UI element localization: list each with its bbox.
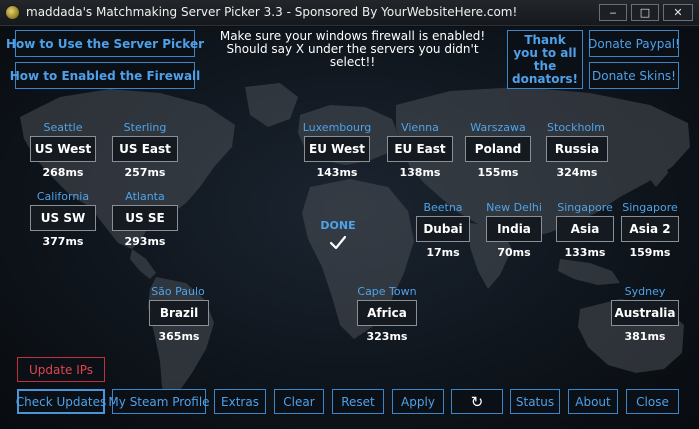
server-button-us-east[interactable]: US East bbox=[112, 136, 178, 162]
city-label-new-delhi: New Delhi bbox=[486, 201, 542, 214]
city-label-atlanta: Atlanta bbox=[125, 190, 165, 203]
server-button-asia-2[interactable]: Asia 2 bbox=[621, 216, 679, 242]
ping-us-west: 268ms bbox=[42, 166, 84, 179]
server-button-eu-west[interactable]: EU West bbox=[304, 136, 370, 162]
checkmark-icon bbox=[329, 235, 347, 250]
minimize-button[interactable]: ‒ bbox=[599, 4, 627, 21]
how-to-firewall-button[interactable]: How to Enabled the Firewall bbox=[10, 62, 200, 89]
about-button[interactable]: About bbox=[568, 389, 618, 414]
ping-asia: 133ms bbox=[564, 246, 606, 259]
how-to-use-button[interactable]: How to Use the Server Picker bbox=[6, 30, 204, 57]
notice-line-2: Should say X under the servers you didn'… bbox=[226, 42, 479, 69]
close-window-button[interactable]: ✕ bbox=[663, 4, 693, 21]
main-panel: How to Use the Server Picker How to Enab… bbox=[0, 27, 699, 429]
reset-button[interactable]: Reset bbox=[332, 389, 384, 414]
server-button-poland[interactable]: Poland bbox=[465, 136, 531, 162]
thank-you-button[interactable]: Thank you to all the donators! bbox=[507, 30, 583, 89]
ping-eu-west: 143ms bbox=[316, 166, 358, 179]
city-label-seattle: Seattle bbox=[43, 121, 83, 134]
refresh-icon: ↻ bbox=[470, 392, 484, 411]
status-button[interactable]: Status bbox=[510, 389, 560, 414]
thank-you-label: Thank you to all the donators! bbox=[512, 32, 579, 86]
city-label-beetna: Beetna bbox=[423, 201, 463, 214]
city-label-sterling: Sterling bbox=[123, 121, 167, 134]
ping-brazil: 365ms bbox=[158, 330, 200, 343]
ping-us-se: 293ms bbox=[124, 235, 166, 248]
maximize-button[interactable]: □ bbox=[631, 4, 659, 21]
done-label: DONE bbox=[320, 219, 356, 232]
ping-us-east: 257ms bbox=[124, 166, 166, 179]
city-label-sao-paulo: São Paulo bbox=[151, 285, 205, 298]
refresh-button[interactable]: ↻ bbox=[451, 389, 503, 414]
ping-asia-2: 159ms bbox=[629, 246, 671, 259]
server-button-us-se[interactable]: US SE bbox=[112, 205, 178, 231]
ping-russia: 324ms bbox=[556, 166, 598, 179]
city-label-vienna: Vienna bbox=[401, 121, 439, 134]
server-button-india[interactable]: India bbox=[486, 216, 542, 242]
server-button-asia[interactable]: Asia bbox=[556, 216, 614, 242]
city-label-california: California bbox=[36, 190, 90, 203]
close-button[interactable]: Close bbox=[626, 389, 679, 414]
app-logo-icon bbox=[5, 5, 20, 20]
ping-us-sw: 377ms bbox=[42, 235, 84, 248]
city-label-cape-town: Cape Town bbox=[357, 285, 417, 298]
server-button-brazil[interactable]: Brazil bbox=[149, 300, 209, 326]
server-button-us-west[interactable]: US West bbox=[30, 136, 96, 162]
city-label-singapore-1: Singapore bbox=[557, 201, 613, 214]
ping-australia: 381ms bbox=[624, 330, 666, 343]
city-label-stockholm: Stockholm bbox=[547, 121, 605, 134]
city-label-warszawa: Warszawa bbox=[470, 121, 526, 134]
title-bar: maddada's Matchmaking Server Picker 3.3 … bbox=[0, 0, 699, 26]
clear-button[interactable]: Clear bbox=[274, 389, 324, 414]
server-button-eu-east[interactable]: EU East bbox=[387, 136, 453, 162]
city-label-sydney: Sydney bbox=[624, 285, 666, 298]
city-label-singapore-2: Singapore bbox=[622, 201, 678, 214]
window-title: maddada's Matchmaking Server Picker 3.3 … bbox=[26, 5, 518, 19]
server-button-australia[interactable]: Australia bbox=[611, 300, 679, 326]
ping-africa: 323ms bbox=[366, 330, 408, 343]
city-label-luxembourg: Luxembourg bbox=[302, 121, 372, 134]
donate-skins-button[interactable]: Donate Skins! bbox=[589, 62, 679, 89]
apply-button[interactable]: Apply bbox=[392, 389, 444, 414]
server-button-africa[interactable]: Africa bbox=[357, 300, 417, 326]
server-button-dubai[interactable]: Dubai bbox=[416, 216, 470, 242]
donate-paypal-button[interactable]: Donate Paypal! bbox=[588, 30, 680, 57]
check-updates-button[interactable]: Check Updates bbox=[16, 389, 106, 414]
ping-dubai: 17ms bbox=[426, 246, 460, 259]
ping-india: 70ms bbox=[497, 246, 531, 259]
server-button-russia[interactable]: Russia bbox=[546, 136, 608, 162]
ping-poland: 155ms bbox=[477, 166, 519, 179]
firewall-notice: Make sure your windows firewall is enabl… bbox=[210, 30, 495, 69]
extras-button[interactable]: Extras bbox=[214, 389, 266, 414]
ping-eu-east: 138ms bbox=[399, 166, 441, 179]
server-button-us-sw[interactable]: US SW bbox=[30, 205, 96, 231]
update-ips-button[interactable]: Update IPs bbox=[17, 357, 105, 382]
steam-profile-button[interactable]: My Steam Profile bbox=[108, 389, 210, 414]
